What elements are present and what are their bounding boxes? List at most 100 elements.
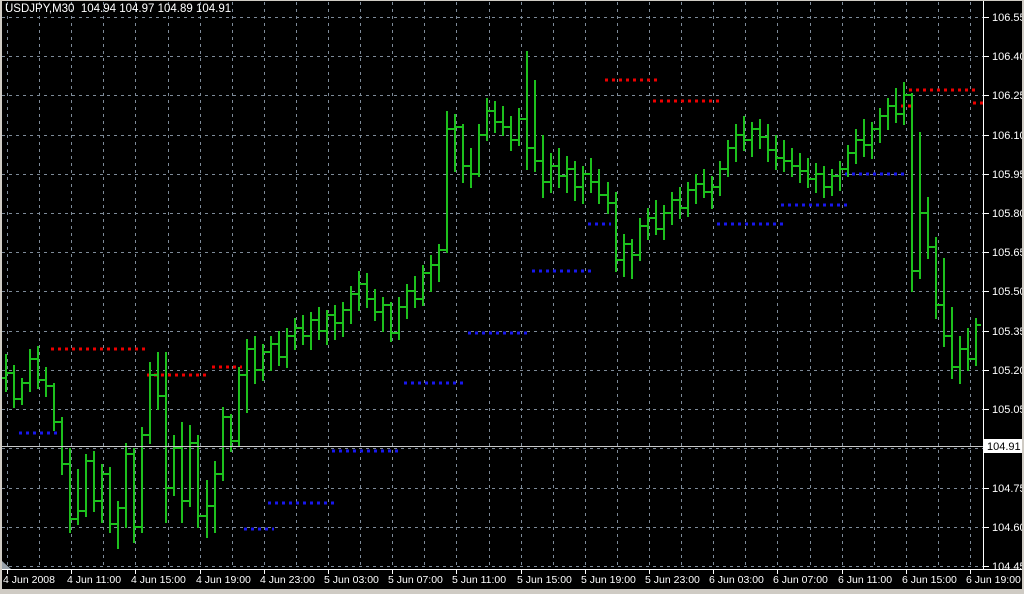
ohlc-bar [636, 218, 645, 261]
time-axis-label: 5 Jun 03:00 [324, 574, 379, 586]
ohlc-bar [363, 273, 372, 308]
ohlc-bar [219, 407, 228, 481]
ohlc-bar [507, 116, 516, 151]
time-axis-label: 4 Jun 2008 [3, 574, 55, 586]
ohlc-bars [2, 51, 981, 549]
ohlc-bar [154, 352, 163, 410]
ohlc-bar [804, 158, 813, 188]
mt4-chart-window: USDJPY,M30 104.94 104.97 104.89 104.91 1… [0, 0, 1024, 594]
ohlc-bar [948, 307, 957, 379]
ohlc-bar [764, 124, 773, 162]
price-tick [984, 95, 989, 96]
chart-begin-marker-icon [2, 561, 11, 569]
ohlc-bar [668, 192, 677, 225]
ohlc-bar [186, 425, 195, 507]
price-axis-label: 106.10 [992, 130, 1024, 142]
time-axis-label: 5 Jun 11:00 [452, 574, 506, 586]
price-tick [984, 488, 989, 489]
price-tick [984, 213, 989, 214]
ohlc-bar [539, 135, 548, 198]
ohlc-bar [90, 451, 99, 512]
ohlc-bar [876, 108, 885, 143]
time-axis-label: 5 Jun 19:00 [581, 574, 636, 586]
price-tick [984, 566, 989, 567]
time-axis[interactable]: 4 Jun 2008 4 Jun 11:00 4 Jun 15:00 4 Jun 19… [3, 570, 1021, 586]
ohlc-bar [523, 51, 532, 170]
ohlc-bar [900, 82, 909, 125]
ohlc-bar [178, 422, 187, 523]
price-axis-line [983, 1, 984, 570]
ohlc-bar [162, 352, 171, 523]
time-axis-label: 4 Jun 15:00 [131, 574, 186, 586]
ohlc-bar [908, 93, 917, 292]
time-axis-label: 6 Jun 15:00 [902, 574, 957, 586]
ohlc-bar [836, 161, 845, 191]
price-chart[interactable]: 106.55 106.40 106.25 106.10 105.95 105.80 105.… [0, 0, 1024, 594]
ohlc-bar [748, 122, 757, 157]
price-axis-label: 106.25 [992, 90, 1024, 102]
ohlc-bar [932, 237, 941, 319]
window-border-bottom [0, 589, 1024, 594]
ohlc-bar [916, 132, 925, 279]
ohlc-bar [10, 365, 19, 408]
price-tick [984, 527, 989, 528]
ohlc-bar [211, 461, 220, 533]
ohlc-bar [138, 427, 147, 533]
ohlc-bar [315, 307, 324, 340]
current-price-label: 104.91 [984, 439, 1024, 453]
ohlc-bar [283, 328, 292, 368]
ohlc-bar [427, 255, 436, 292]
ohlc-bar [595, 169, 604, 204]
ohlc-bar [796, 153, 805, 183]
ohlc-bar [780, 140, 789, 172]
ohlc-bar [267, 336, 276, 371]
ohlc-bar [740, 116, 749, 151]
ohlc-bar [2, 354, 11, 392]
ohlc-bar [571, 161, 580, 201]
ohlc-bar [924, 197, 933, 259]
ohlc-bar [547, 153, 556, 193]
price-axis-label: 106.55 [992, 12, 1024, 24]
chart-title-overlay: USDJPY,M30 104.94 104.97 104.89 104.91 [5, 3, 232, 15]
ohlc-bar [660, 205, 669, 240]
ohlc-bar [700, 169, 709, 198]
ohlc-bar [491, 101, 500, 133]
ohlc-bar [122, 443, 131, 528]
price-tick [984, 135, 989, 136]
ohlc-bar [604, 182, 613, 214]
time-axis-label: 6 Jun 07:00 [773, 574, 828, 586]
current-price-text: 104.91 [987, 441, 1021, 453]
ohlc-bar [435, 244, 444, 282]
price-tick [984, 409, 989, 410]
ohlc-bar [628, 239, 637, 279]
price-axis[interactable]: 106.55 106.40 106.25 106.10 105.95 105.80 105.… [984, 12, 1024, 573]
price-tick [984, 17, 989, 18]
ohlc-bar [772, 135, 781, 170]
ohlc-bar [34, 346, 43, 389]
time-axis-label: 6 Jun 03:00 [709, 574, 764, 586]
ohlc-bar [243, 339, 252, 413]
ohlc-bar [331, 305, 340, 340]
ohlc-bar [467, 148, 476, 188]
ohlc-bar [26, 349, 35, 392]
time-axis-label: 6 Jun 11:00 [838, 574, 892, 586]
ohlc-bar [644, 208, 653, 240]
ohlc-bar [451, 114, 460, 172]
ohlc-bar [403, 284, 412, 319]
price-axis-label: 105.95 [992, 169, 1024, 181]
indicator-levels [19, 78, 987, 531]
price-tick [984, 252, 989, 253]
ohlc-bar [114, 501, 123, 549]
ohlc-bar [684, 182, 693, 217]
ohlc-bar [235, 367, 244, 447]
ohlc-bar [652, 200, 661, 235]
price-axis-label: 104.75 [992, 483, 1024, 495]
ohlc-bar [82, 454, 91, 517]
ohlc-bar [371, 289, 380, 321]
ohlc-bar [203, 480, 212, 538]
ohlc-bar [194, 435, 203, 528]
ohlc-bar [50, 383, 59, 431]
time-axis-label: 4 Jun 19:00 [196, 574, 251, 586]
ohlc-bar [579, 166, 588, 204]
price-axis-label: 105.65 [992, 247, 1024, 259]
